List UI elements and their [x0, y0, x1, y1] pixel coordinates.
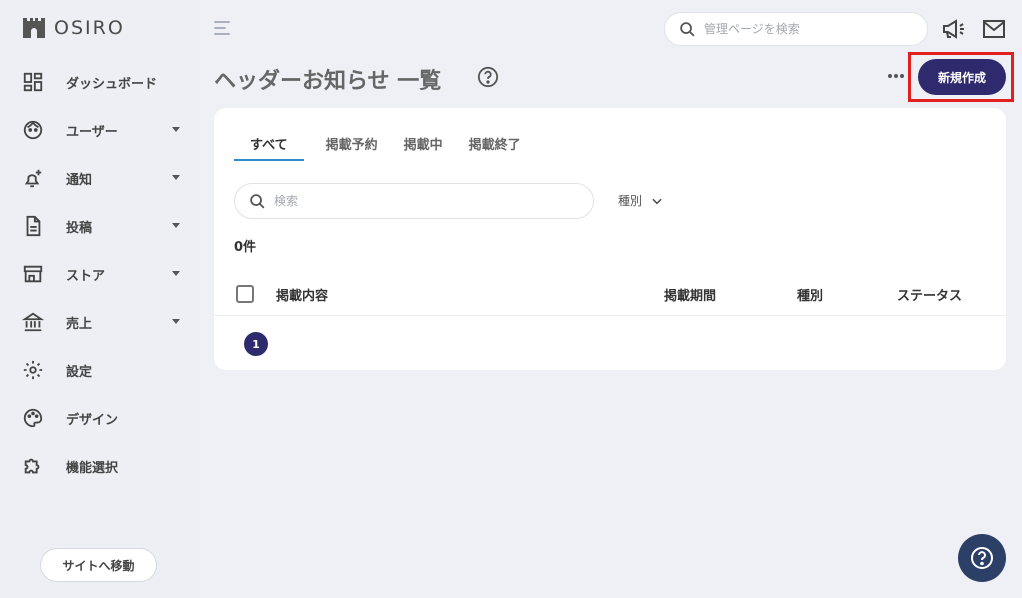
sidebar-nav: ダッシュボード ユーザー 通知 投稿 ストア 売上 設定 デザイン 機能選択 [0, 58, 198, 490]
caret-down-icon [172, 127, 180, 132]
sidebar: OSIRO ダッシュボード ユーザー 通知 投稿 ストア 売上 設定 デザイン … [0, 0, 198, 598]
sidebar-item-label: ストア [66, 268, 106, 284]
status-tabs: すべて 掲載予約 掲載中 掲載終了 [234, 134, 547, 161]
sidebar-item-label: 機能選択 [66, 460, 119, 476]
list-search[interactable] [234, 183, 594, 219]
sidebar-item-label: 通知 [66, 172, 93, 188]
chevron-down-icon [652, 198, 662, 204]
sidebar-item-label: デザイン [66, 412, 119, 428]
hamburger-menu-icon[interactable] [214, 21, 230, 35]
sidebar-item-store[interactable]: ストア [0, 250, 198, 298]
sidebar-item-label: ユーザー [66, 124, 118, 140]
list-search-input[interactable] [274, 194, 574, 208]
sidebar-item-sales[interactable]: 売上 [0, 298, 198, 346]
more-options-icon[interactable] [888, 74, 906, 78]
result-count: 0件 [234, 240, 257, 255]
store-icon [22, 263, 44, 285]
document-icon [22, 215, 44, 237]
column-header-content[interactable]: 掲載内容 [276, 285, 328, 304]
tab-ended[interactable]: 掲載終了 [469, 134, 521, 161]
admin-search-input[interactable] [704, 22, 904, 36]
dashboard-icon [22, 71, 44, 93]
table-header: 掲載内容 掲載期間 種別 ステータス [214, 268, 1006, 316]
column-header-type[interactable]: 種別 [797, 285, 823, 304]
megaphone-icon[interactable] [942, 18, 966, 40]
sidebar-item-posts[interactable]: 投稿 [0, 202, 198, 250]
sidebar-item-label: 設定 [66, 364, 93, 380]
palette-icon [22, 407, 44, 429]
type-filter-label: 種別 [618, 194, 643, 208]
caret-down-icon [172, 319, 180, 324]
sidebar-item-label: 売上 [66, 316, 93, 332]
caret-down-icon [172, 175, 180, 180]
page-title: ヘッダーお知らせ 一覧 [214, 69, 442, 94]
pagination-page[interactable]: 1 [244, 332, 268, 356]
list-card: すべて 掲載予約 掲載中 掲載終了 種別 0件 掲載内容 掲載期間 種別 ステー… [214, 108, 1006, 370]
tab-all[interactable]: すべて [234, 134, 304, 161]
main-area: ヘッダーお知らせ 一覧 新規作成 すべて 掲載予約 掲載中 掲載終了 種別 0件… [198, 0, 1022, 598]
sidebar-item-features[interactable]: 機能選択 [0, 442, 198, 490]
gear-icon [22, 359, 44, 381]
go-to-site-button[interactable]: サイトへ移動 [40, 548, 157, 582]
select-all-checkbox[interactable] [236, 285, 254, 303]
sidebar-item-label: 投稿 [66, 220, 93, 236]
caret-down-icon [172, 271, 180, 276]
create-new-button[interactable]: 新規作成 [918, 59, 1006, 95]
caret-down-icon [172, 223, 180, 228]
sidebar-item-dashboard[interactable]: ダッシュボード [0, 58, 198, 106]
tab-scheduled[interactable]: 掲載予約 [326, 134, 378, 161]
sidebar-item-notifications[interactable]: 通知 [0, 154, 198, 202]
castle-logo-icon [23, 18, 45, 38]
admin-search[interactable] [664, 12, 928, 46]
help-icon[interactable] [477, 66, 499, 88]
help-fab-button[interactable] [958, 534, 1006, 582]
search-icon [250, 193, 265, 209]
type-filter-dropdown[interactable]: 種別 [618, 192, 664, 209]
sidebar-item-settings[interactable]: 設定 [0, 346, 198, 394]
mail-icon[interactable] [983, 20, 1005, 38]
bell-plus-icon [22, 167, 44, 189]
search-icon [680, 21, 695, 37]
puzzle-icon [22, 455, 44, 477]
tab-published[interactable]: 掲載中 [404, 134, 443, 161]
brand-name: OSIRO [54, 17, 125, 39]
sidebar-item-users[interactable]: ユーザー [0, 106, 198, 154]
sidebar-item-design[interactable]: デザイン [0, 394, 198, 442]
user-face-icon [22, 119, 44, 141]
logo[interactable]: OSIRO [22, 16, 125, 40]
sidebar-item-label: ダッシュボード [66, 76, 158, 92]
column-header-period[interactable]: 掲載期間 [664, 285, 716, 304]
column-header-status[interactable]: ステータス [897, 285, 962, 304]
help-icon [971, 547, 993, 569]
bank-icon [22, 311, 44, 333]
